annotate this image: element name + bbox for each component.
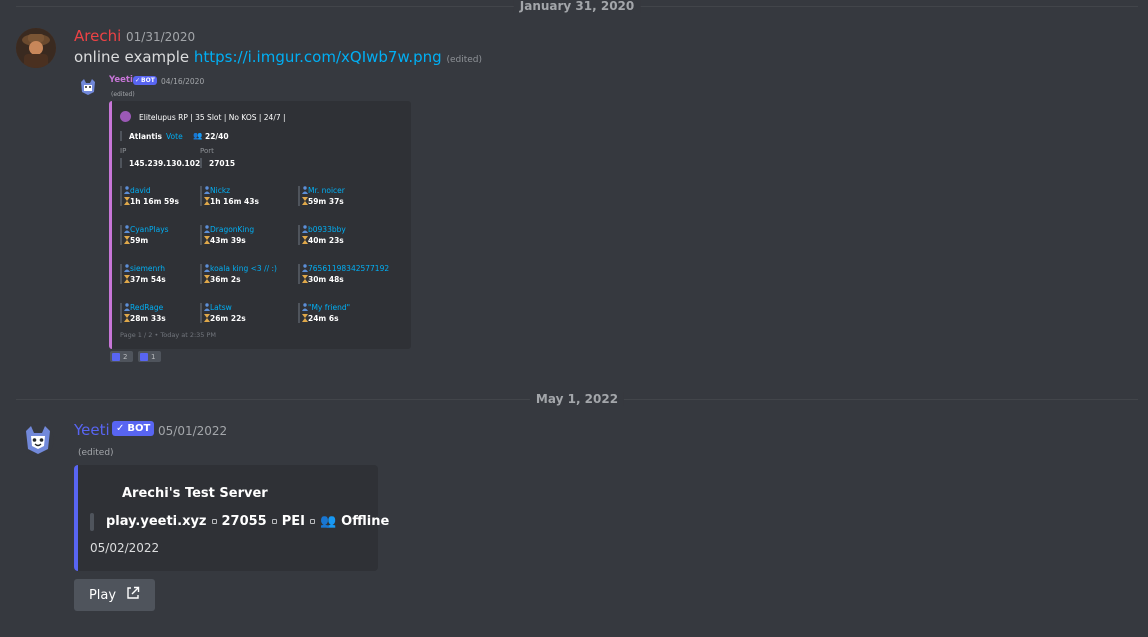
quote-bar [200, 186, 202, 206]
server-status-embed: Elitelupus RP | 35 Slot | No KOS | 24/7 … [109, 101, 411, 349]
player-name[interactable]: b0933bby [308, 225, 346, 234]
embed-date: 05/02/2022 [90, 541, 160, 555]
player-count: 22/40 [205, 132, 229, 141]
player-time: 36m 2s [210, 275, 241, 284]
player-time: 30m 48s [308, 275, 344, 284]
page-forward-button[interactable]: 1 [138, 351, 161, 362]
avatar-yeeti-mini [79, 78, 97, 96]
port-label: Port [200, 147, 214, 155]
player-name[interactable]: siemenrh [130, 264, 165, 273]
quote-bar [298, 186, 300, 206]
message-body: online example [74, 48, 194, 66]
bot-tag: ✓ BOT [133, 76, 157, 85]
player-time: 1h 16m 59s [130, 197, 179, 206]
author-name[interactable]: Yeeti [74, 421, 110, 439]
player-time: 26m 22s [210, 314, 246, 323]
player-name[interactable]: Latsw [210, 303, 232, 312]
player-name[interactable]: "My friend" [308, 303, 350, 312]
date-divider-label: May 1, 2022 [529, 392, 625, 406]
avatar-yeeti[interactable] [22, 424, 54, 456]
edited-label: (edited) [446, 55, 483, 65]
server-address: play.yeeti.xyz [106, 514, 207, 529]
map-name: Atlantis [129, 132, 162, 141]
timestamp: 01/31/2020 [126, 30, 196, 44]
port-value: 27015 [209, 159, 236, 168]
author-name[interactable]: Arechi [74, 27, 121, 45]
embed-title: Elitelupus RP | 35 Slot | No KOS | 24/7 … [139, 113, 286, 122]
quote-bar [120, 225, 122, 245]
vote-link[interactable]: Vote [166, 132, 183, 141]
player-name[interactable]: DragonKing [210, 225, 254, 234]
player-name[interactable]: CyanPlays [130, 225, 169, 234]
player-time: 43m 39s [210, 236, 246, 245]
server-logo-icon [120, 111, 131, 122]
date-divider-1: January 31, 2020 [16, 0, 1138, 13]
player-time: 40m 23s [308, 236, 344, 245]
player-time: 37m 54s [130, 275, 166, 284]
player-time: 24m 6s [308, 314, 339, 323]
reply-author-name: Yeeti [109, 75, 133, 85]
server-map: PEI [281, 514, 305, 529]
play-button[interactable]: Play [74, 579, 155, 611]
separator-icon [309, 519, 315, 524]
quote-bar [298, 225, 300, 245]
player-name[interactable]: koala king <3 // :) [210, 264, 277, 273]
ip-value: 145.239.130.102 [129, 159, 201, 168]
quote-bar [90, 513, 94, 531]
player-name[interactable]: david [130, 186, 151, 195]
reply-edited-label: (edited) [111, 91, 135, 98]
ip-label: IP [120, 147, 127, 155]
date-divider-label: January 31, 2020 [513, 0, 641, 13]
separator-icon [211, 519, 217, 524]
message-text: online example https://i.imgur.com/xQIwb… [74, 48, 482, 66]
check-icon: ✓ [135, 77, 141, 84]
rewind-icon [112, 352, 120, 361]
separator-icon [271, 519, 277, 524]
player-name[interactable]: Mr. noicer [308, 186, 345, 195]
avatar-arechi[interactable] [16, 28, 56, 68]
page-forward-label: 1 [151, 352, 156, 361]
quote-bar [200, 225, 202, 245]
bot-tag-label: BOT [127, 423, 151, 434]
reply-timestamp: 04/16/2020 [161, 77, 205, 86]
quote-bar [298, 303, 300, 323]
quote-bar [120, 303, 122, 323]
check-icon: ✓ [116, 423, 125, 434]
player-name[interactable]: 76561198342577192 [308, 264, 389, 273]
quote-bar [120, 131, 122, 141]
external-link-icon [126, 586, 140, 604]
date-divider-2: May 1, 2022 [16, 392, 1138, 406]
page-back-label: 2 [123, 352, 128, 361]
quote-bar [120, 186, 122, 206]
player-icon: 👥 [193, 131, 203, 140]
quote-bar [200, 158, 202, 168]
embed-footer: Page 1 / 2 • Today at 2:35 PM [120, 331, 217, 339]
player-name[interactable]: RedRage [130, 303, 163, 312]
edited-label: (edited) [78, 448, 114, 458]
quote-bar [120, 158, 122, 168]
player-name[interactable]: Nickz [210, 186, 230, 195]
message-link[interactable]: https://i.imgur.com/xQIwb7w.png [194, 48, 442, 66]
quote-bar [200, 264, 202, 284]
server-port: 27055 [221, 514, 267, 529]
quote-bar [120, 264, 122, 284]
quote-bar [200, 303, 202, 323]
play-button-label: Play [88, 587, 117, 603]
server-info-line: play.yeeti.xyz 27055 PEI 👥 Offline [106, 514, 389, 529]
player-time: 59m [130, 236, 149, 245]
player-icon: 👥 [319, 514, 337, 529]
quote-bar [298, 264, 300, 284]
player-time: 59m 37s [308, 197, 344, 206]
fast-forward-icon [140, 352, 148, 361]
timestamp: 05/01/2022 [158, 424, 228, 438]
bot-tag-label: BOT [141, 77, 155, 84]
server-status: Offline [341, 514, 390, 529]
embed-title: Arechi's Test Server [122, 486, 268, 501]
server-offline-embed: Arechi's Test Server play.yeeti.xyz 2705… [74, 465, 389, 571]
player-time: 28m 33s [130, 314, 166, 323]
bot-tag: ✓ BOT [112, 421, 155, 436]
page-back-button[interactable]: 2 [110, 351, 133, 362]
player-time: 1h 16m 43s [210, 197, 259, 206]
